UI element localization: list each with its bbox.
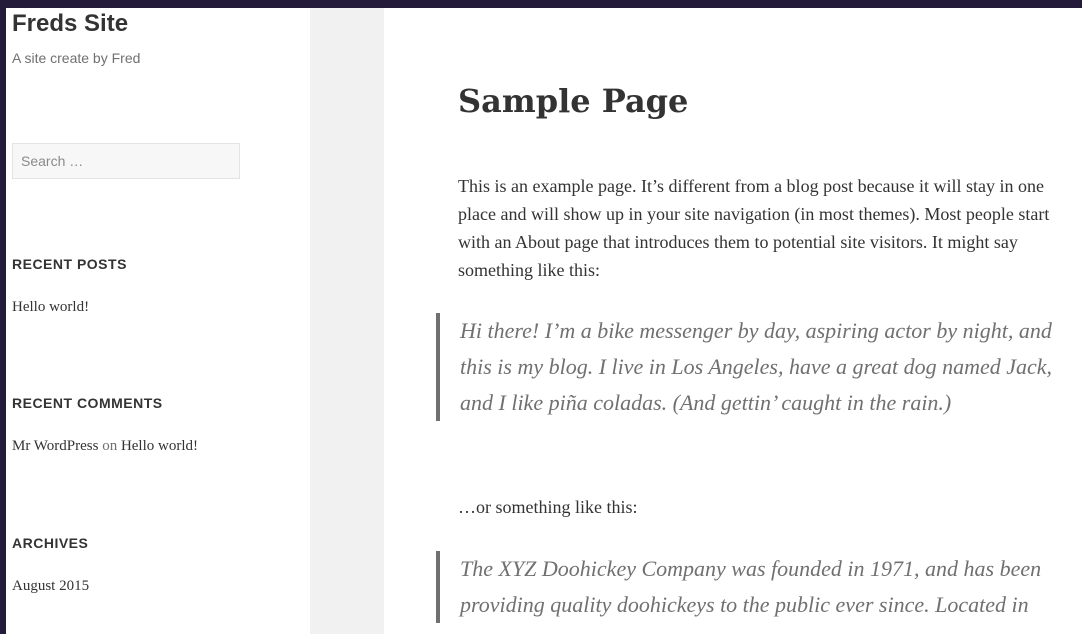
comment-post-link[interactable]: Hello world!	[121, 438, 198, 454]
archives-heading: ARCHIVES	[12, 535, 89, 551]
recent-post-item: Hello world!	[12, 299, 89, 316]
recent-posts-heading: RECENT POSTS	[12, 256, 127, 272]
archive-link-august-2015[interactable]: August 2015	[12, 578, 89, 594]
page-title: Sample Page	[458, 82, 689, 120]
recent-post-link-hello-world[interactable]: Hello world!	[12, 299, 89, 315]
comment-connector: on	[102, 438, 118, 454]
main-content: Sample Page This is an example page. It’…	[384, 8, 1082, 634]
recent-comment-item: Mr WordPress on Hello world!	[12, 438, 198, 455]
middle-paragraph: …or something like this:	[458, 497, 638, 517]
archive-item: August 2015	[12, 578, 89, 595]
recent-comments-heading: RECENT COMMENTS	[12, 395, 163, 411]
site-title[interactable]: Freds Site	[12, 10, 128, 38]
blockquote-bike-messenger: Hi there! I’m a bike messenger by day, a…	[436, 313, 1064, 421]
intro-paragraph: This is an example page. It’s different …	[458, 176, 1050, 280]
blockquote-doohickey: The XYZ Doohickey Company was founded in…	[436, 551, 1064, 623]
browser-viewport: Freds Site A site create by Fred RECENT …	[6, 8, 1082, 634]
content-gutter	[310, 8, 384, 634]
search-input[interactable]	[12, 143, 240, 179]
sidebar: Freds Site A site create by Fred RECENT …	[6, 8, 310, 634]
site-description: A site create by Fred	[12, 50, 141, 66]
comment-author-link[interactable]: Mr WordPress	[12, 438, 98, 454]
